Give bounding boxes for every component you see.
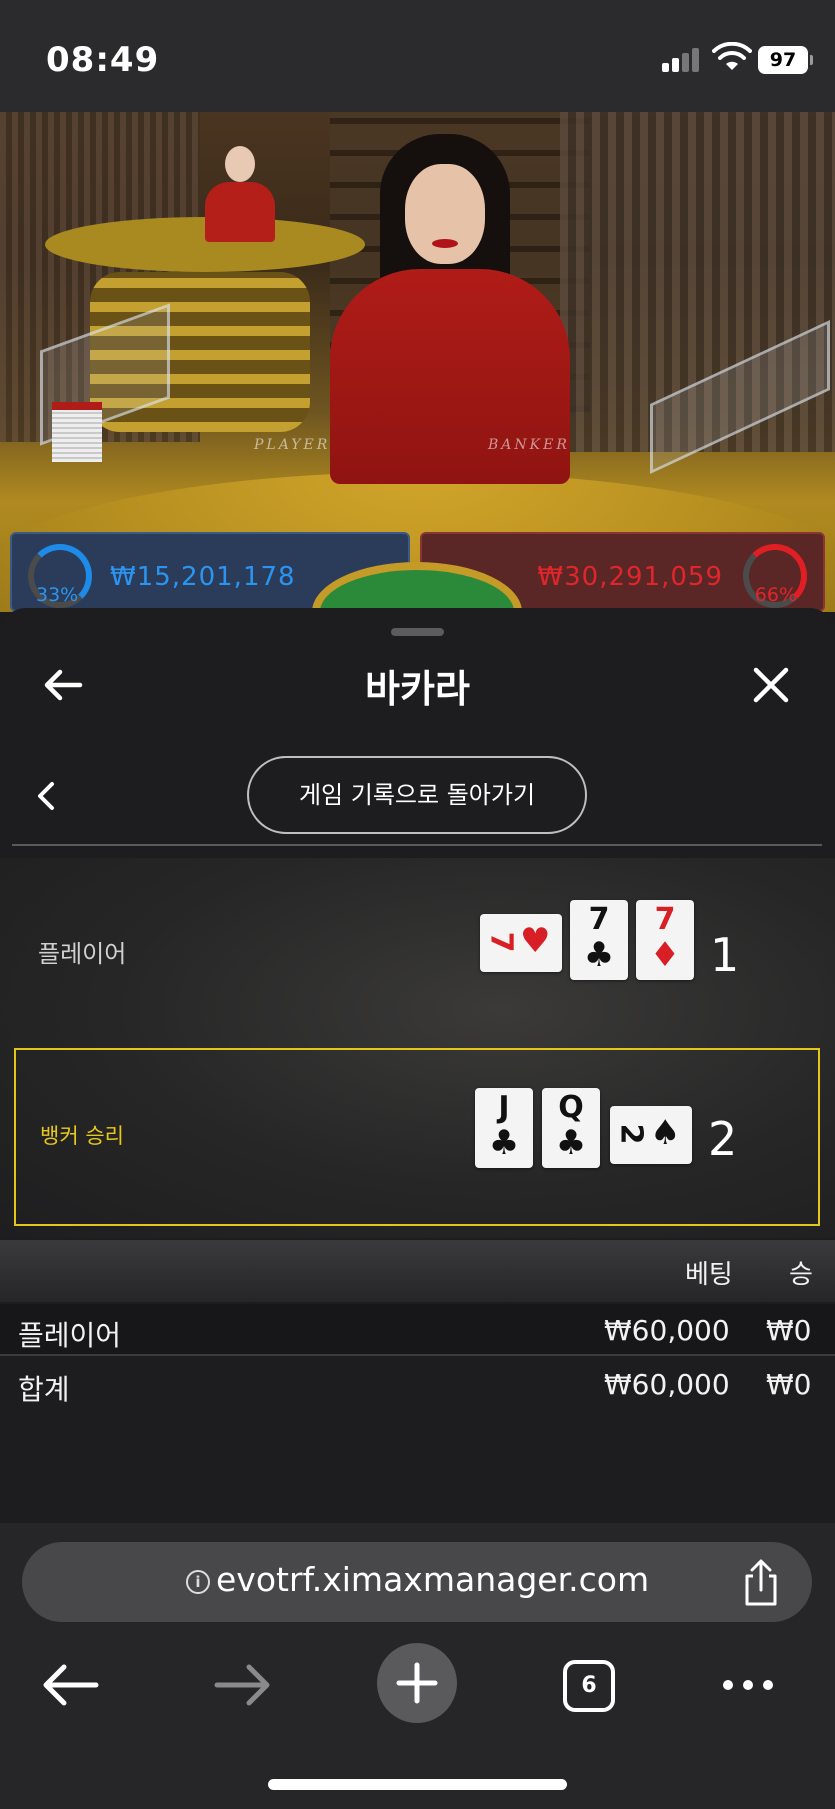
home-indicator[interactable]: [268, 1779, 567, 1790]
cellular-signal-icon: [662, 46, 702, 72]
divider: [12, 844, 822, 846]
player-bet-amount: ₩15,201,178: [110, 562, 296, 592]
win-column-header: 승: [789, 1260, 813, 1290]
card-rank: 7: [654, 902, 676, 937]
plus-icon: [396, 1662, 438, 1704]
banker-card-1: J ♣: [475, 1088, 533, 1168]
banker-bet-amount: ₩30,291,059: [537, 562, 723, 592]
arrow-left-icon[interactable]: [30, 1645, 110, 1725]
arrow-right-icon[interactable]: [203, 1645, 283, 1725]
table-row-total: 합계 ₩60,000 ₩0: [0, 1358, 835, 1410]
player-score: 1: [710, 928, 740, 982]
browser-toolbar: i evotrf.ximaxmanager.com 6: [0, 1523, 835, 1809]
bet-distribution-strip: 33% ₩15,201,178 66% ₩30,291,059: [0, 532, 835, 612]
player-card-1: 7 ♥: [480, 914, 562, 972]
share-icon[interactable]: [738, 1558, 784, 1608]
round-result-panel: 플레이어 7 ♥ 7 ♣ 7 ♦ 1 뱅커 승리 J ♣ Q ♣ 2 ♠ 2: [0, 858, 835, 1238]
sheet-grabber[interactable]: [391, 628, 444, 636]
row-win: ₩0: [766, 1314, 812, 1347]
more-dots-icon[interactable]: [718, 1665, 778, 1705]
dealer: [330, 134, 570, 484]
row-label: 합계: [18, 1373, 70, 1406]
wifi-icon: [712, 42, 752, 70]
sheet-title: 바카라: [365, 667, 470, 711]
banker-percent: 66%: [754, 584, 797, 606]
card-rank: 2: [613, 1123, 649, 1145]
game-details-sheet: 바카라 게임 기록으로 돌아가기 플레이어 7 ♥ 7 ♣ 7 ♦ 1 뱅커 승…: [0, 608, 835, 1523]
address-bar[interactable]: i evotrf.ximaxmanager.com: [22, 1542, 812, 1622]
table-row: 플레이어 ₩60,000 ₩0: [0, 1304, 835, 1356]
player-percent: 33%: [36, 584, 79, 606]
table-player-text: PLAYER: [254, 437, 331, 453]
info-icon[interactable]: i: [186, 1570, 210, 1594]
table-banker-text: BANKER: [488, 437, 570, 453]
banker-card-2: Q ♣: [542, 1088, 600, 1168]
spade-suit-icon: ♠: [650, 1113, 681, 1153]
banker-win-label: 뱅커 승리: [40, 1124, 124, 1148]
card-rank: 7: [483, 931, 519, 953]
club-suit-icon: ♣: [488, 1123, 520, 1163]
card-rank: 7: [588, 902, 610, 937]
card-stack: [52, 402, 102, 462]
bet-column-header: 베팅: [685, 1260, 733, 1290]
heart-suit-icon: ♥: [520, 921, 551, 961]
banker-result-row: 뱅커 승리 J ♣ Q ♣ 2 ♠ 2: [14, 1048, 820, 1226]
bet-table-header: 베팅 승: [0, 1240, 835, 1302]
battery-indicator: 97: [758, 46, 813, 74]
player-card-3: 7 ♦: [636, 900, 694, 980]
player-card-2: 7 ♣: [570, 900, 628, 980]
player-result-row: 플레이어 7 ♥ 7 ♣ 7 ♦ 1: [0, 858, 835, 1028]
status-time: 08:49: [46, 40, 160, 80]
tabs-icon[interactable]: 6: [563, 1660, 615, 1712]
diamond-suit-icon: ♦: [649, 935, 681, 975]
card-rank: Q: [558, 1090, 584, 1125]
banker-card-3: 2 ♠: [610, 1106, 692, 1164]
row-bet: ₩60,000: [604, 1314, 730, 1347]
card-rank: J: [498, 1090, 510, 1125]
row-bet: ₩60,000: [604, 1368, 730, 1401]
url-text[interactable]: evotrf.ximaxmanager.com: [216, 1560, 649, 1599]
banker-score: 2: [708, 1112, 738, 1166]
background-dealer: [205, 132, 275, 242]
status-bar: 08:49 97: [0, 0, 835, 112]
back-to-history-button[interactable]: 게임 기록으로 돌아가기: [247, 756, 587, 834]
club-suit-icon: ♣: [555, 1123, 587, 1163]
live-dealer-video[interactable]: PLAYER BANKER 33% ₩15,201,178 66% ₩30,29…: [0, 112, 835, 612]
club-suit-icon: ♣: [583, 935, 615, 975]
close-icon[interactable]: [746, 660, 796, 710]
row-label: 플레이어: [18, 1319, 122, 1352]
chevron-left-icon[interactable]: [32, 776, 62, 816]
row-win: ₩0: [766, 1368, 812, 1401]
player-label: 플레이어: [38, 940, 127, 968]
new-tab-button[interactable]: [377, 1643, 457, 1723]
